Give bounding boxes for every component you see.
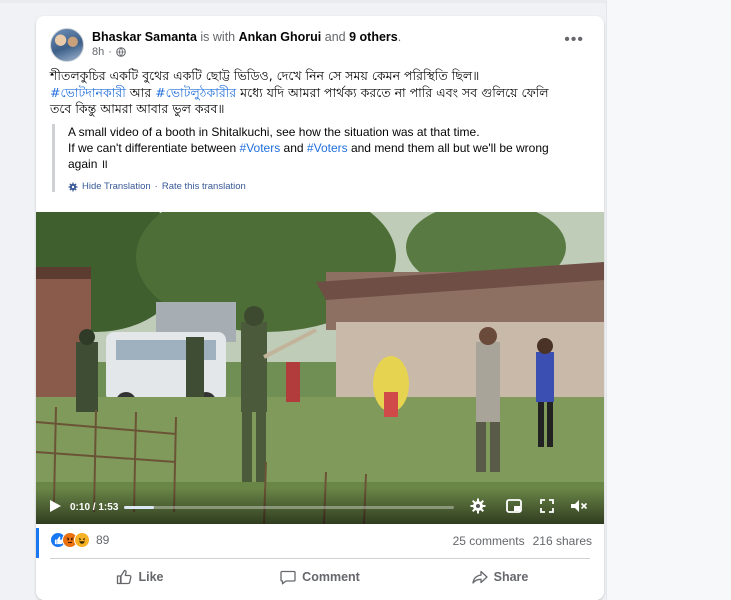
share-arrow-icon (471, 570, 488, 584)
translation-line2-c: and mend them all but we'll be wrong (347, 141, 549, 155)
hashtag-link[interactable]: #ভোটদানকারী (50, 85, 126, 100)
engagement-counts: 25 comments 216 shares (453, 534, 592, 548)
action-divider (50, 558, 590, 559)
others-link[interactable]: 9 others (349, 30, 398, 44)
meta-separator: · (108, 46, 112, 58)
fullscreen-icon[interactable] (540, 499, 554, 513)
volume-muted-icon[interactable] (570, 499, 588, 513)
more-options-icon[interactable]: ••• (564, 32, 584, 48)
duration: 1:53 (98, 502, 119, 513)
hashtag-link[interactable]: #Voters (240, 141, 281, 155)
translation-line1: A small video of a booth in Shitalkuchi,… (68, 125, 480, 139)
post-text-line2-end: মধ্যে যদি আমরা পার্থক্য করতে না পারি এবং… (236, 84, 549, 100)
haha-reaction-icon (74, 532, 90, 548)
translation-line3: again ॥ (68, 157, 108, 171)
like-label: Like (138, 570, 164, 584)
miniplayer-icon[interactable] (506, 499, 522, 513)
translation-line2-b: and (280, 141, 307, 155)
comment-button[interactable]: Comment (230, 562, 410, 592)
comments-count[interactable]: 25 comments (453, 534, 525, 548)
video-player[interactable]: 0:10 / 1:53 (36, 212, 604, 524)
shares-count[interactable]: 216 shares (533, 534, 592, 548)
reaction-count[interactable]: 89 (96, 533, 109, 547)
right-sidebar (606, 0, 731, 600)
post-text: শীতলকুচির একটি বুথের একটি ছোট্ট ভিডিও, দ… (50, 68, 590, 118)
rate-translation-link[interactable]: Rate this translation (162, 181, 246, 192)
tagged-person-link[interactable]: Ankan Ghorui (239, 30, 322, 44)
post-card: Bhaskar Samanta is with Ankan Ghorui and… (36, 16, 604, 600)
author-name[interactable]: Bhaskar Samanta (92, 30, 197, 44)
translation-block: A small video of a booth in Shitalkuchi,… (52, 124, 582, 192)
hashtag-link[interactable]: #ভোটলুঠকারীর (155, 85, 236, 100)
hide-translation-link[interactable]: Hide Translation (82, 181, 151, 192)
post-text-line1: শীতলকুচির একটি বুথের একটি ছোট্ট ভিডিও, দ… (50, 68, 480, 83)
post-text-mid: আর (125, 84, 156, 100)
share-button[interactable]: Share (410, 562, 590, 592)
with-text: is with (200, 30, 236, 44)
post-stats: 89 25 comments 216 shares (50, 530, 592, 552)
hashtag-link[interactable]: #Voters (307, 141, 348, 155)
video-time: 0:10 / 1:53 (70, 502, 118, 513)
post-text-line3: তবে কিন্তু আমরা আবার ভুল করব॥ (50, 101, 225, 116)
author-avatar[interactable] (50, 28, 84, 62)
video-progress-fill (124, 506, 154, 509)
like-button[interactable]: Like (50, 562, 230, 592)
period: . (397, 30, 402, 44)
post-header: Bhaskar Samanta is with Ankan Ghorui and… (50, 28, 590, 62)
translation-line2-a: If we can't differentiate between (68, 141, 240, 155)
translation-links: Hide Translation · Rate this translation (68, 181, 582, 192)
translation-line2: If we can't differentiate between #Voter… (68, 140, 582, 156)
video-controls: 0:10 / 1:53 (36, 488, 604, 524)
post-text-line2: #ভোটদানকারী আর #ভোটলুঠকারীর মধ্যে যদি আম… (50, 85, 590, 102)
comment-label: Comment (302, 570, 360, 584)
translation-text: A small video of a booth in Shitalkuchi,… (68, 124, 582, 172)
play-icon[interactable] (48, 499, 62, 513)
and-text: and (324, 30, 346, 44)
globe-icon[interactable] (116, 47, 126, 57)
post-actions: Like Comment Share (50, 562, 590, 592)
video-scrubber[interactable] (124, 506, 454, 509)
post-time[interactable]: 8h (92, 46, 104, 58)
gear-icon (68, 182, 78, 191)
link-separator: · (154, 181, 158, 192)
author-line: Bhaskar Samanta is with Ankan Ghorui and… (92, 29, 401, 45)
thumbs-up-icon (117, 569, 132, 585)
settings-gear-icon[interactable] (470, 498, 486, 514)
post-meta: 8h · (92, 46, 126, 58)
video-frame (36, 212, 604, 524)
current-time: 0:10 (70, 502, 91, 513)
comment-icon (280, 570, 296, 585)
reaction-summary[interactable]: 89 (50, 532, 109, 548)
share-label: Share (493, 570, 529, 584)
focus-indicator (36, 528, 39, 558)
